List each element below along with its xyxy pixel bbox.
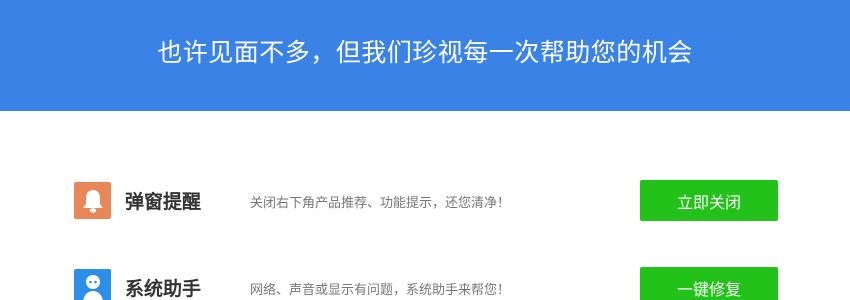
header-banner: 也许见面不多，但我们珍视每一次帮助您的机会 bbox=[0, 0, 850, 111]
close-now-button[interactable]: 立即关闭 bbox=[640, 180, 778, 221]
bell-icon bbox=[74, 182, 111, 219]
row-title: 弹窗提醒 bbox=[125, 191, 202, 213]
setting-row-system-assistant: 系统助手 网络、声音或显示有问题，系统助手来帮您！ 一键修复 bbox=[0, 265, 850, 300]
banner-title: 也许见面不多，但我们珍视每一次帮助您的机会 bbox=[157, 37, 693, 67]
page: 也许见面不多，但我们珍视每一次帮助您的机会 弹窗提醒 关闭右下角产品推荐、功能提… bbox=[0, 0, 850, 300]
assistant-icon bbox=[74, 269, 111, 300]
row-description: 关闭右下角产品推荐、功能提示，还您清净！ bbox=[250, 196, 511, 211]
setting-row-popup-reminder: 弹窗提醒 关闭右下角产品推荐、功能提示，还您清净！ 立即关闭 bbox=[0, 178, 850, 222]
one-click-repair-button[interactable]: 一键修复 bbox=[640, 267, 778, 300]
row-title: 系统助手 bbox=[125, 278, 202, 300]
row-description: 网络、声音或显示有问题，系统助手来帮您！ bbox=[250, 283, 511, 298]
